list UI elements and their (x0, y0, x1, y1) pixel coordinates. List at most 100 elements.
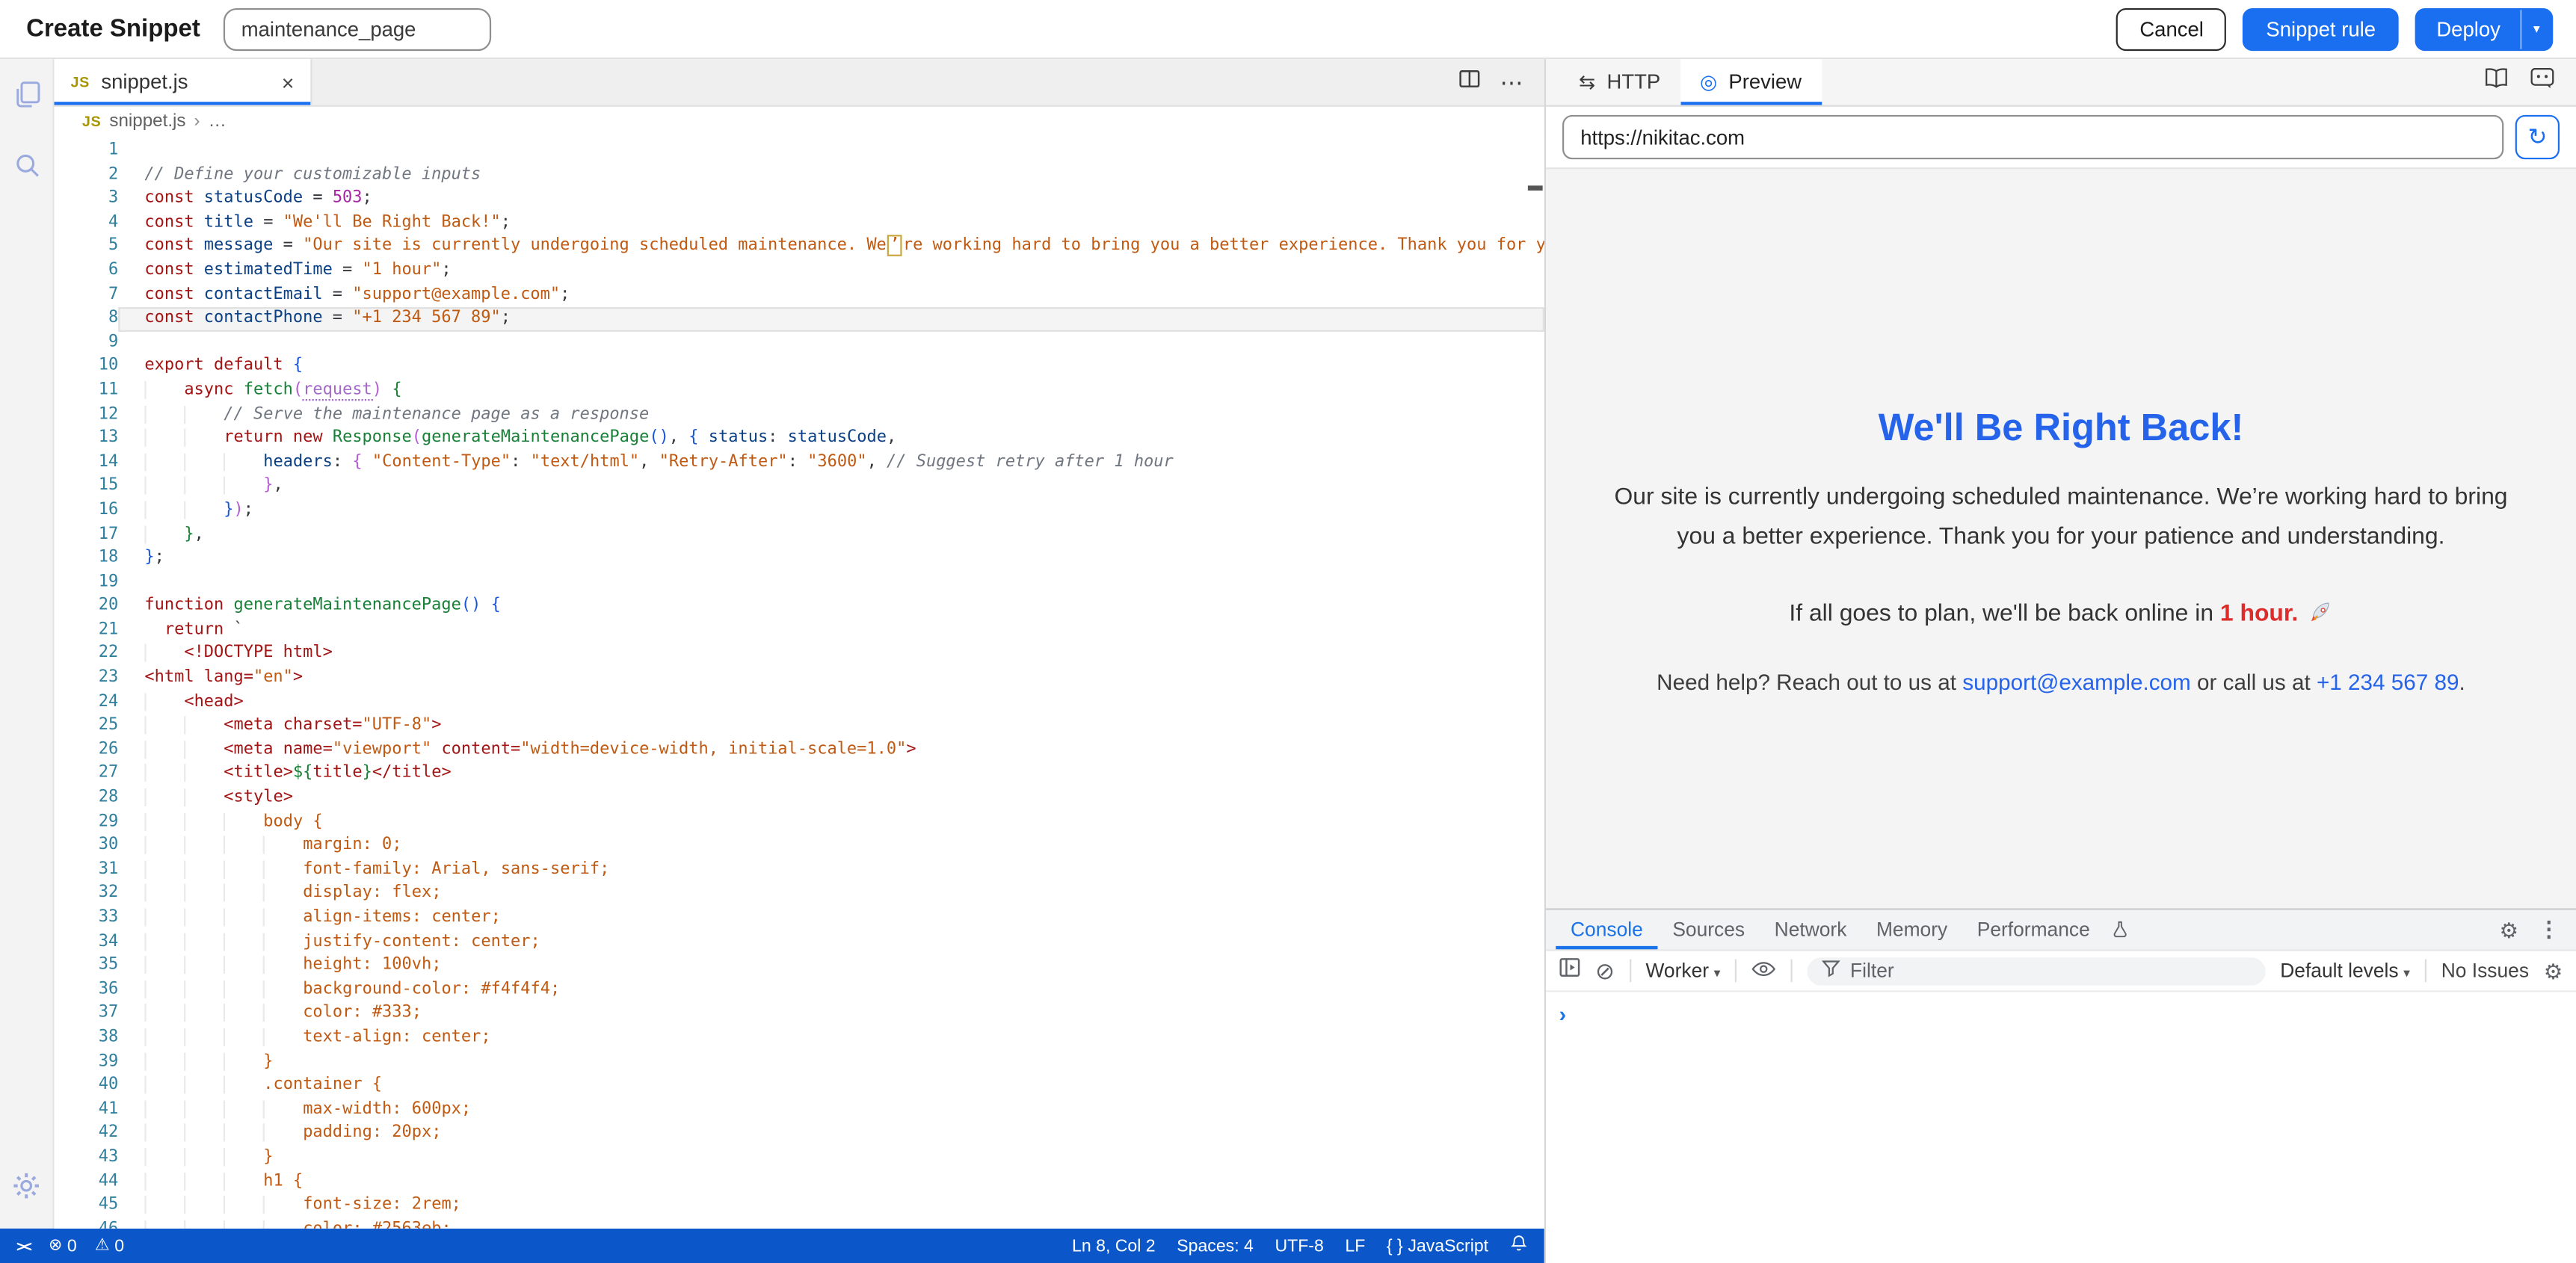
docs-book-icon[interactable] (2484, 67, 2509, 97)
tab-http[interactable]: ⇆ HTTP (1559, 59, 1680, 105)
code-line[interactable]: 15 }, (55, 475, 1544, 499)
tab-filename[interactable]: snippet.js (101, 71, 188, 94)
cancel-button[interactable]: Cancel (2117, 7, 2227, 50)
code-line[interactable]: 45 font-size: 2rem; (55, 1194, 1544, 1218)
code-line[interactable]: 28 <style> (55, 787, 1544, 811)
code-line[interactable]: 40 .container { (55, 1075, 1544, 1099)
deploy-button[interactable]: Deploy ▾ (2415, 7, 2553, 50)
code-line[interactable]: 41 max-width: 600px; (55, 1099, 1544, 1123)
devtools-tab-sources[interactable]: Sources (1658, 910, 1760, 950)
discord-icon[interactable] (2530, 67, 2554, 97)
live-expression-eye-icon[interactable] (1751, 956, 1776, 986)
code-line[interactable]: 25 <meta charset="UTF-8"> (55, 715, 1544, 739)
deploy-dropdown-caret-icon[interactable]: ▾ (2520, 9, 2551, 49)
split-editor-icon[interactable] (1459, 67, 1481, 97)
code-line[interactable]: 11 async fetch(request) { (55, 380, 1544, 404)
code-line[interactable]: 31 font-family: Arial, sans-serif; (55, 859, 1544, 883)
code-line[interactable]: 38 text-align: center; (55, 1026, 1544, 1050)
code-line[interactable]: 24 <head> (55, 691, 1544, 714)
console-settings-gear-icon[interactable]: ⚙ (2544, 960, 2563, 982)
code-line[interactable]: 35 height: 100vh; (55, 954, 1544, 978)
experiments-flask-icon[interactable] (2105, 910, 2136, 950)
breadcrumb-file[interactable]: snippet.js (109, 111, 185, 131)
code-line[interactable]: 42 padding: 20px; (55, 1123, 1544, 1146)
devtools-tab-console[interactable]: Console (1556, 910, 1657, 950)
breadcrumb-more[interactable]: … (209, 111, 227, 131)
breadcrumb[interactable]: JS snippet.js › … (55, 107, 1544, 137)
code-line[interactable]: 30 margin: 0; (55, 835, 1544, 859)
console-sidebar-toggle-icon[interactable] (1559, 956, 1581, 986)
code-line[interactable]: 9 (55, 331, 1544, 355)
code-line[interactable]: 32 display: flex; (55, 883, 1544, 907)
code-line[interactable]: 1 (55, 140, 1544, 164)
code-line[interactable]: 10export default { (55, 355, 1544, 379)
code-line[interactable]: 22 <!DOCTYPE html> (55, 643, 1544, 667)
code-line[interactable]: 19 (55, 571, 1544, 595)
close-tab-icon[interactable]: × (282, 72, 295, 93)
code-line[interactable]: 39 } (55, 1051, 1544, 1075)
more-actions-icon[interactable]: ⋯ (1500, 68, 1525, 96)
code-line[interactable]: 44 h1 { (55, 1170, 1544, 1194)
code-line[interactable]: 27 <title>${title}</title> (55, 763, 1544, 787)
cursor-position[interactable]: Ln 8, Col 2 (1072, 1236, 1156, 1256)
devtools-settings-gear-icon[interactable]: ⚙ (2499, 919, 2518, 941)
code-line[interactable]: 8const contactPhone = "+1 234 567 89"; (55, 307, 1544, 331)
remote-indicator-icon[interactable]: >< (16, 1238, 31, 1254)
issues-counter[interactable]: No Issues (2441, 959, 2529, 982)
snippet-rule-button[interactable]: Snippet rule (2243, 7, 2399, 50)
code-line[interactable]: 34 justify-content: center; (55, 930, 1544, 954)
clear-console-icon[interactable]: ⊘ (1595, 959, 1615, 982)
log-levels-selector[interactable]: Default levels▾ (2280, 959, 2410, 982)
phone-link[interactable]: +1 234 567 89 (2317, 670, 2459, 694)
code-line[interactable]: 5const message = "Our site is currently … (55, 235, 1544, 259)
code-line[interactable]: 21 return ` (55, 619, 1544, 643)
code-line[interactable]: 29 body { (55, 811, 1544, 835)
execution-context-selector[interactable]: Worker▾ (1646, 959, 1721, 982)
code-line[interactable]: 7const contactEmail = "support@example.c… (55, 283, 1544, 307)
devtools-tab-network[interactable]: Network (1760, 910, 1861, 950)
code-line[interactable]: 36 background-color: #f4f4f4; (55, 978, 1544, 1002)
deploy-label[interactable]: Deploy (2417, 17, 2520, 40)
code-editor[interactable]: 12// Define your customizable inputs3con… (55, 136, 1544, 1228)
refresh-button[interactable]: ↻ (2515, 115, 2560, 159)
problems-warnings[interactable]: ⚠ 0 (95, 1236, 124, 1256)
code-line[interactable]: 23<html lang="en"> (55, 667, 1544, 691)
devtools-tab-performance[interactable]: Performance (1962, 910, 2105, 950)
search-icon[interactable] (12, 151, 40, 187)
line-number: 41 (55, 1099, 119, 1123)
code-line[interactable]: 6const estimatedTime = "1 hour"; (55, 259, 1544, 283)
code-line[interactable]: 46 color: #2563eb; (55, 1218, 1544, 1229)
code-line[interactable]: 17 }, (55, 523, 1544, 547)
code-line[interactable]: 13 return new Response(generateMaintenan… (55, 427, 1544, 451)
console-prompt-chevron[interactable]: › (1559, 1002, 1567, 1027)
code-line[interactable]: 26 <meta name="viewport" content="width=… (55, 739, 1544, 763)
snippet-name-input[interactable] (224, 7, 491, 50)
support-email-link[interactable]: support@example.com (1962, 670, 2191, 694)
language-mode[interactable]: { } JavaScript (1387, 1236, 1488, 1256)
notifications-bell-icon[interactable] (1510, 1233, 1528, 1258)
files-icon[interactable] (10, 78, 42, 118)
code-line[interactable]: 43 } (55, 1146, 1544, 1170)
code-line[interactable]: 3const statusCode = 503; (55, 188, 1544, 211)
devtools-menu-kebab-icon[interactable]: ⋮ (2538, 916, 2560, 942)
settings-gear-icon[interactable] (11, 1171, 41, 1209)
code-line[interactable]: 4const title = "We'll Be Right Back!"; (55, 211, 1544, 235)
console-output[interactable]: › (1546, 992, 2576, 1263)
code-line[interactable]: 12 // Serve the maintenance page as a re… (55, 404, 1544, 427)
tab-preview[interactable]: ◎ Preview (1680, 59, 1822, 105)
preview-url-input[interactable] (1562, 115, 2503, 159)
indentation-setting[interactable]: Spaces: 4 (1177, 1236, 1254, 1256)
code-line[interactable]: 14 headers: { "Content-Type": "text/html… (55, 451, 1544, 475)
code-line[interactable]: 37 color: #333; (55, 1002, 1544, 1026)
eol-setting[interactable]: LF (1345, 1236, 1365, 1256)
code-line[interactable]: 20function generateMaintenancePage() { (55, 595, 1544, 619)
console-filter-input[interactable]: Filter (1808, 957, 2266, 984)
problems-errors[interactable]: ⊗ 0 (49, 1236, 77, 1256)
code-line[interactable]: 16 }); (55, 499, 1544, 523)
code-line[interactable]: 33 align-items: center; (55, 907, 1544, 930)
encoding-setting[interactable]: UTF-8 (1275, 1236, 1323, 1256)
code-line[interactable]: 2// Define your customizable inputs (55, 164, 1544, 188)
code-line[interactable]: 18}; (55, 547, 1544, 571)
tab-snippet-js[interactable]: JS snippet.js × (55, 59, 312, 105)
devtools-tab-memory[interactable]: Memory (1861, 910, 1962, 950)
